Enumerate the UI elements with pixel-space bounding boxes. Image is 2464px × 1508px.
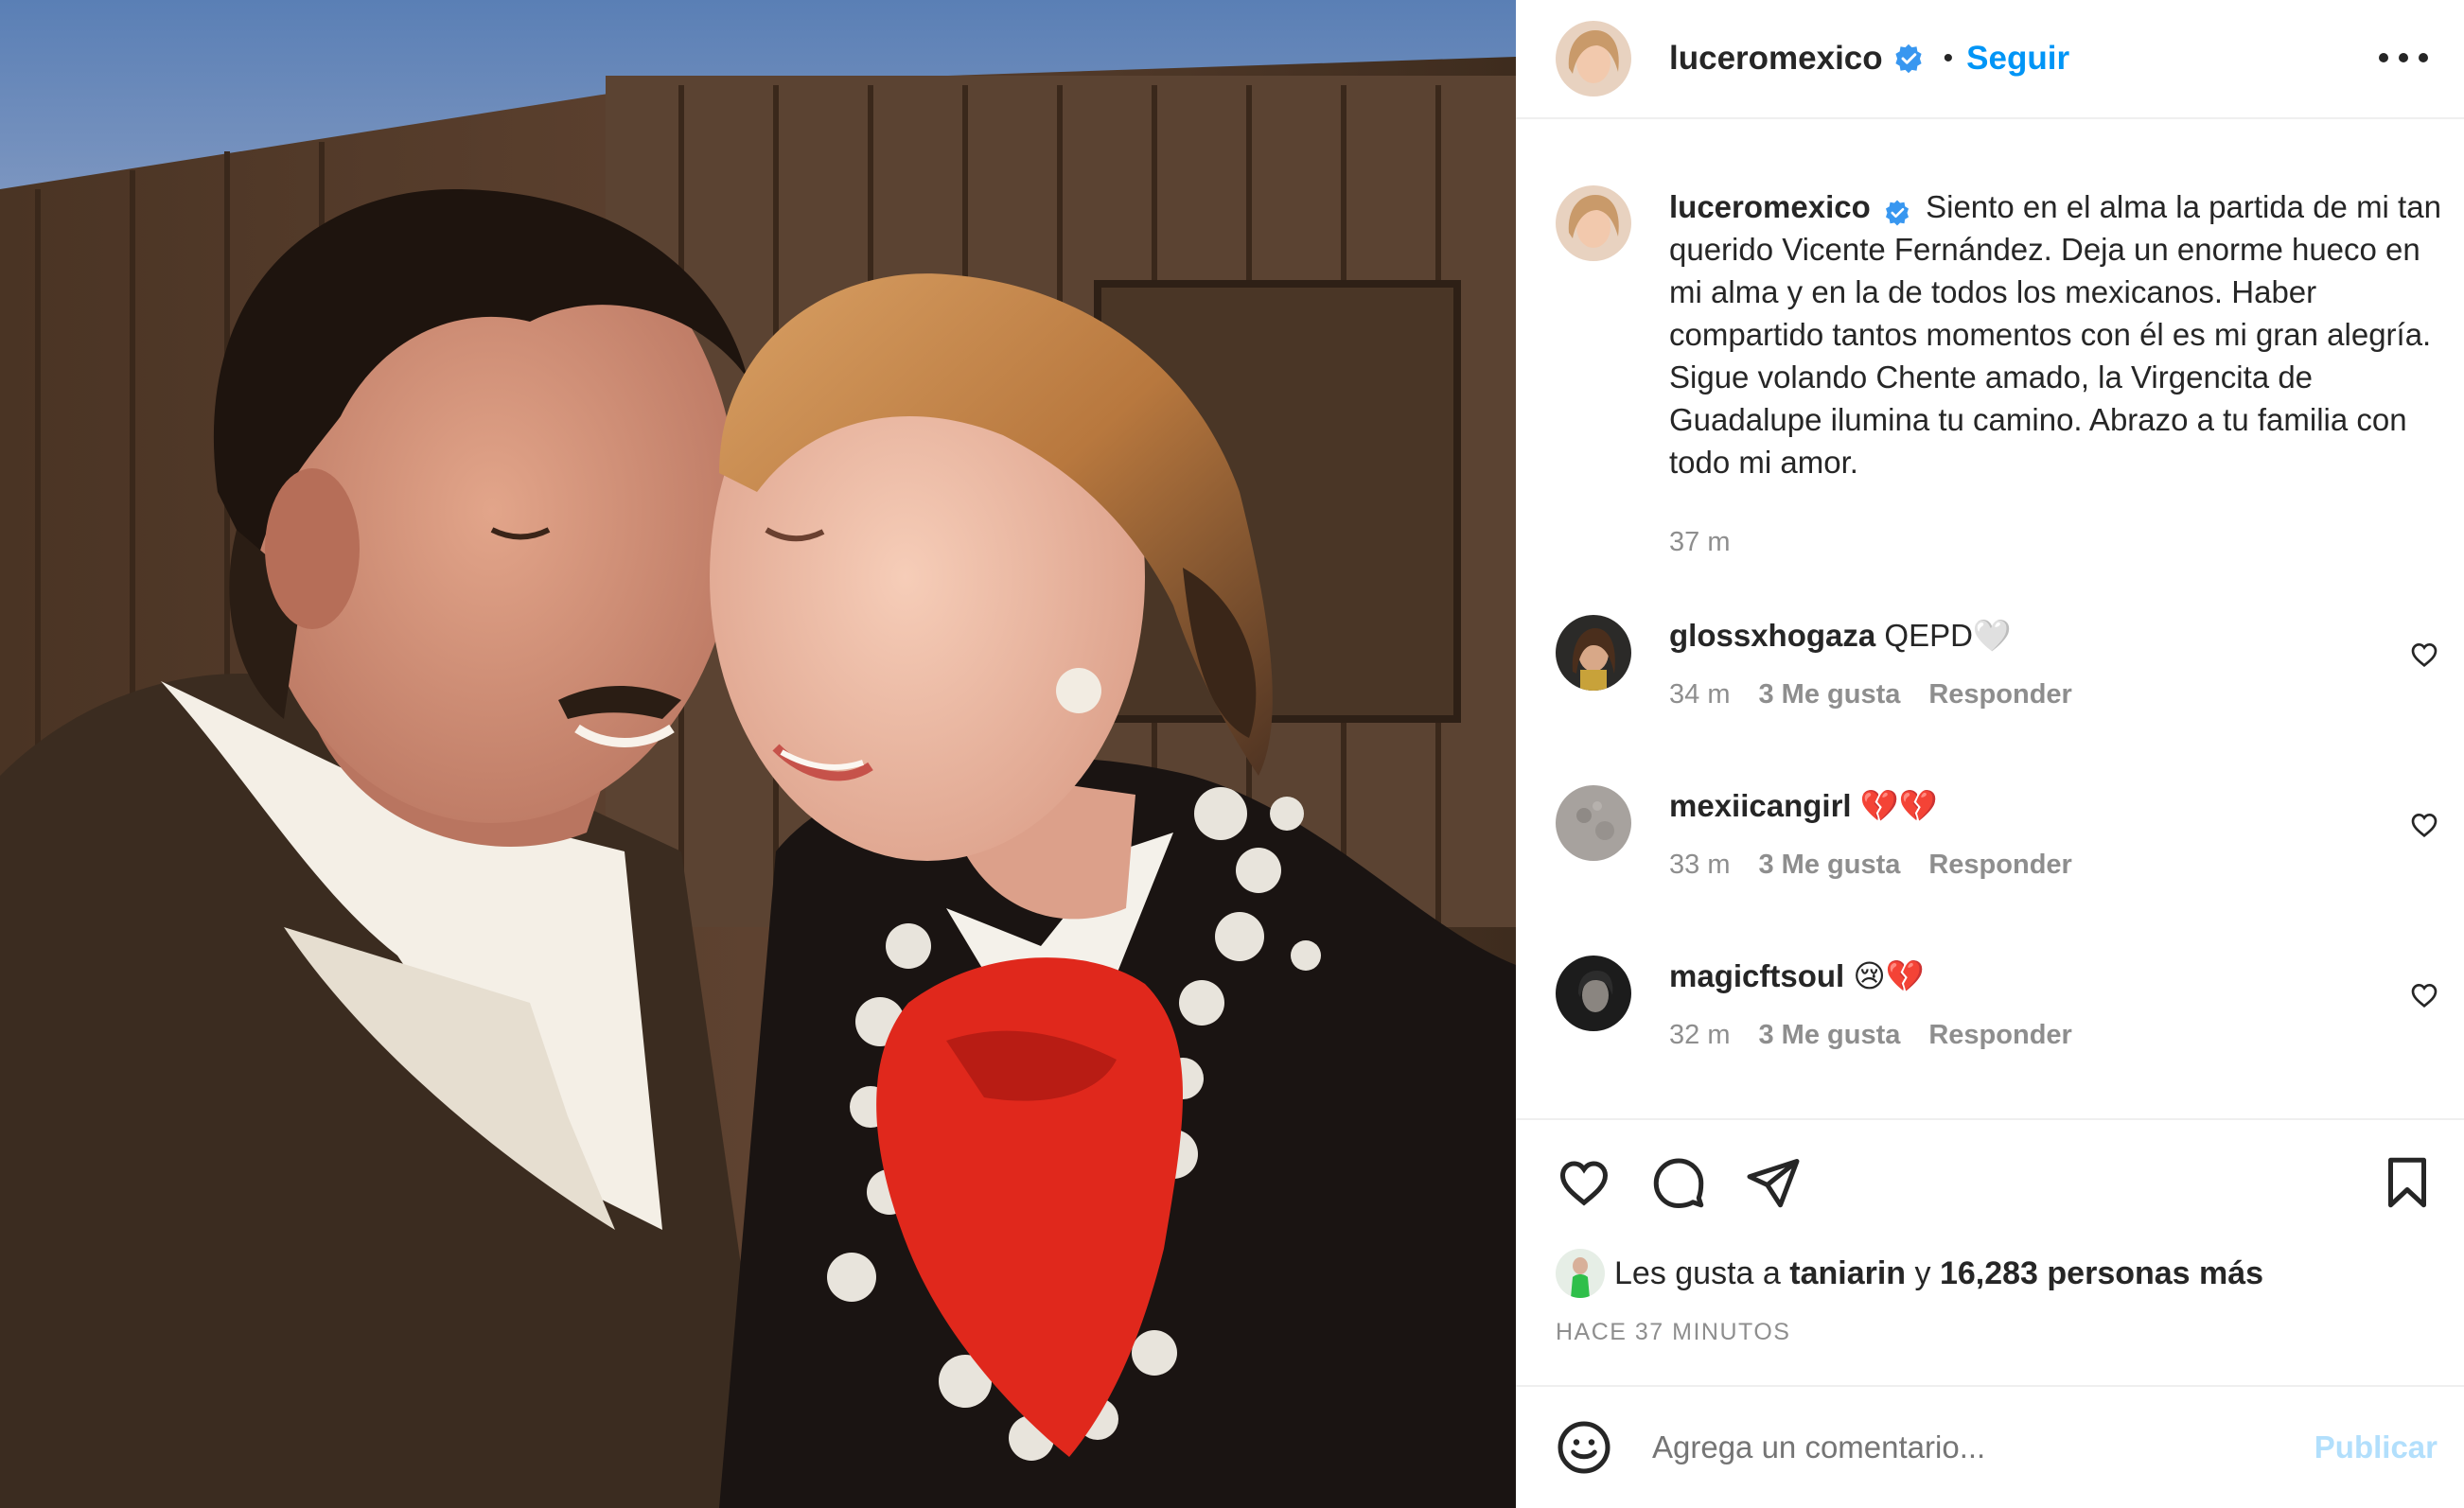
comment-time[interactable]: 34 m: [1669, 679, 1730, 710]
post-action-bar: [1556, 1154, 2436, 1215]
more-options-icon[interactable]: [2379, 44, 2428, 72]
comment-username[interactable]: glossxhogaza: [1669, 618, 1875, 653]
comment-item: mexiicangirl 💔💔 33 m 3 Me gusta Responde…: [1556, 785, 2445, 881]
caption-text: Siento en el alma la partida de mi tan q…: [1669, 189, 2441, 480]
photo-illustration: [0, 0, 1516, 1508]
post-header: luceromexico • Seguir: [1516, 0, 2464, 117]
comment-heart-icon[interactable]: [2409, 810, 2439, 840]
follow-button[interactable]: Seguir: [1966, 40, 2069, 78]
comment-username[interactable]: magicftsoul: [1669, 958, 1844, 993]
comment-text: QEPD🤍: [1884, 618, 2013, 653]
likes-count[interactable]: 16,283 personas más: [1940, 1255, 2263, 1292]
comment-time[interactable]: 33 m: [1669, 850, 1730, 881]
likes-prefix: Les gusta a: [1614, 1254, 1781, 1291]
comment-item: glossxhogaza QEPD🤍 34 m 3 Me gusta Respo…: [1556, 615, 2445, 710]
publish-button[interactable]: Publicar: [2314, 1429, 2438, 1465]
separator-dot: •: [1943, 43, 1954, 74]
comment-likes[interactable]: 3 Me gusta: [1758, 679, 1900, 710]
commenter-avatar[interactable]: [1556, 956, 1631, 1031]
comment-bubble-icon[interactable]: [1650, 1154, 1707, 1211]
comment-item: magicftsoul 😢💔 32 m 3 Me gusta Responder: [1556, 956, 2445, 1051]
actions-divider: [1516, 1118, 2464, 1120]
commenter-avatar[interactable]: [1556, 785, 1631, 861]
author-avatar[interactable]: [1556, 21, 1631, 96]
caption-text-block: luceromexico Siento en el alma la partid…: [1669, 185, 2445, 483]
likes-connector: y: [1914, 1254, 1931, 1291]
post-photo[interactable]: [0, 0, 1516, 1508]
caption-author-avatar[interactable]: [1556, 185, 1631, 261]
likes-summary: Les gusta a taniarin y 16,283 personas m…: [1556, 1249, 2263, 1298]
comment-input[interactable]: [1652, 1429, 2314, 1465]
paper-plane-icon[interactable]: [1745, 1154, 1802, 1211]
commenter-avatar[interactable]: [1556, 615, 1631, 691]
comment-heart-icon[interactable]: [2409, 640, 2439, 670]
comment-likes[interactable]: 3 Me gusta: [1758, 1020, 1900, 1051]
add-comment-bar: Publicar: [1516, 1387, 2464, 1508]
comment-heart-icon[interactable]: [2409, 980, 2439, 1010]
comment-text: 😢💔: [1853, 958, 1925, 993]
header-divider: [1516, 117, 2464, 119]
reply-button[interactable]: Responder: [1928, 1020, 2071, 1051]
post-timestamp[interactable]: HACE 37 MINUTOS: [1556, 1319, 1790, 1346]
heart-icon[interactable]: [1556, 1154, 1612, 1211]
reply-button[interactable]: Responder: [1928, 850, 2071, 881]
post-caption: luceromexico Siento en el alma la partid…: [1556, 185, 2445, 558]
comment-time[interactable]: 32 m: [1669, 1020, 1730, 1051]
verified-badge-icon: [1892, 43, 1925, 75]
comment-username[interactable]: mexiicangirl: [1669, 788, 1852, 823]
bookmark-icon[interactable]: [2379, 1154, 2436, 1211]
emoji-icon[interactable]: [1556, 1419, 1612, 1476]
reply-button[interactable]: Responder: [1928, 679, 2071, 710]
liker-username[interactable]: taniarin: [1789, 1255, 1906, 1292]
liker-avatar[interactable]: [1556, 1249, 1605, 1298]
comment-likes[interactable]: 3 Me gusta: [1758, 850, 1900, 881]
caption-timestamp[interactable]: 37 m: [1669, 527, 2445, 558]
caption-author-username[interactable]: luceromexico: [1669, 189, 1871, 224]
verified-badge-icon: [1883, 195, 1911, 226]
comment-text: 💔💔: [1859, 788, 1938, 823]
post-detail-panel: luceromexico • Seguir luceromexico Sient…: [1516, 0, 2464, 1508]
author-username[interactable]: luceromexico: [1669, 40, 1883, 78]
